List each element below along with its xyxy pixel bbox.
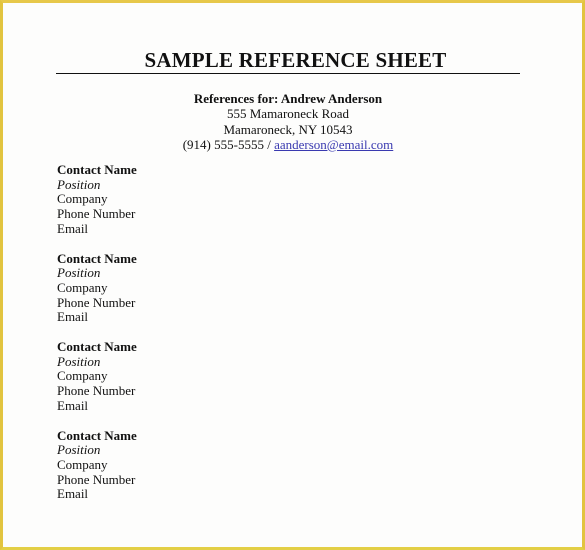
contact-block: Contact Name Position Company Phone Numb…: [57, 339, 137, 414]
address-line-2: Mamaroneck, NY 10543: [223, 121, 353, 137]
contact-email: Email: [57, 309, 89, 325]
contact-phone: Phone Number: [57, 294, 136, 310]
contact-block: Contact Name Position Company Phone Numb…: [57, 162, 137, 237]
contact-position: Position: [57, 265, 101, 281]
email-link[interactable]: aanderson@email.com: [274, 137, 393, 152]
contact-position: Position: [57, 176, 101, 192]
contact-company: Company: [57, 191, 108, 207]
contact-name: Contact Name: [57, 162, 137, 177]
document-title: SAMPLE REFERENCE SHEET: [144, 48, 447, 72]
contact-phone: Phone Number: [57, 471, 136, 487]
contact-phone: Phone Number: [57, 206, 136, 222]
contact-company: Company: [57, 456, 108, 472]
contact-block: Contact Name Position Company Phone Numb…: [57, 427, 137, 503]
contact-company: Company: [57, 279, 108, 295]
contact-email: Email: [57, 486, 89, 502]
title-underline: [56, 73, 520, 74]
contact-name: Contact Name: [57, 427, 137, 443]
contact-line: (914) 555-5555 / aanderson@email.com: [3, 137, 573, 152]
address-line-1: 555 Mamaroneck Road: [226, 106, 350, 122]
contact-position: Position: [57, 442, 101, 458]
contact-company: Company: [57, 368, 108, 384]
contact-name: Contact Name: [57, 339, 137, 354]
contact-position: Position: [57, 353, 101, 369]
contact-block: Contact Name Position Company Phone Numb…: [57, 250, 137, 326]
contact-name: Contact Name: [57, 250, 137, 266]
phone-number: (914) 555-5555 /: [182, 136, 275, 152]
reference-header: References for: Andrew Anderson 555 Mama…: [3, 91, 573, 152]
references-for-line: References for: Andrew Anderson: [193, 91, 383, 106]
page-frame: SAMPLE REFERENCE SHEET References for: A…: [0, 0, 585, 550]
contact-email: Email: [57, 397, 89, 413]
contact-phone: Phone Number: [57, 383, 136, 399]
contact-email: Email: [57, 220, 89, 236]
